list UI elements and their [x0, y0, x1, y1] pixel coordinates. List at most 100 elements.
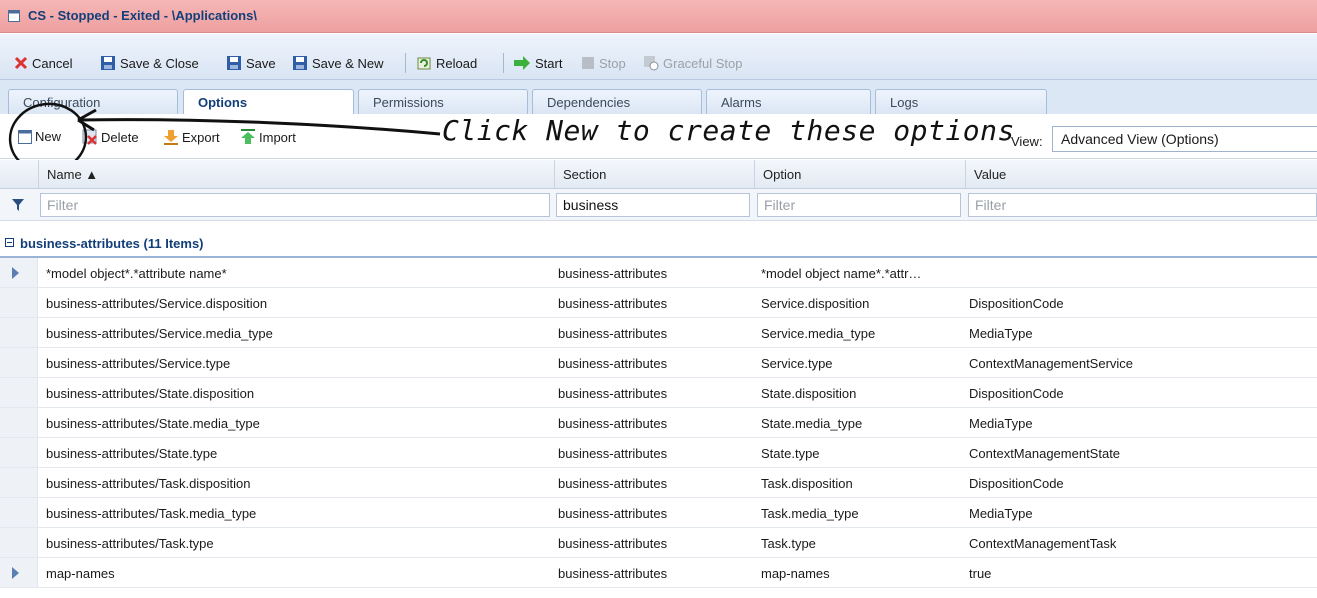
delete-label: Delete [101, 129, 139, 145]
collapse-icon[interactable] [5, 238, 14, 247]
table-row[interactable]: *model object*.*attribute name* business… [0, 258, 1317, 288]
cell-option: Task.type [761, 536, 816, 551]
table-row[interactable]: business-attributes/State.media_type bus… [0, 408, 1317, 438]
cell-section: business-attributes [558, 266, 668, 281]
cell-value: MediaType [969, 416, 1033, 431]
row-selector[interactable] [0, 348, 38, 377]
row-selector[interactable] [0, 288, 38, 317]
value-filter-input[interactable]: Filter [968, 193, 1317, 217]
cell-option: Task.disposition [761, 476, 853, 491]
row-expander[interactable] [0, 558, 38, 587]
table-row[interactable]: business-attributes/Task.media_type busi… [0, 498, 1317, 528]
cell-name: business-attributes/State.media_type [46, 416, 260, 431]
table-row[interactable]: business-attributes/Task.disposition bus… [0, 468, 1317, 498]
row-selector[interactable] [0, 528, 38, 557]
cell-value: true [969, 566, 992, 581]
tab-alarms[interactable]: Alarms [706, 89, 871, 114]
toolbar-divider [503, 53, 504, 73]
name-filter-input[interactable]: Filter [40, 193, 550, 217]
section-filter-input[interactable]: business [556, 193, 750, 217]
tab-permissions[interactable]: Permissions [358, 89, 528, 114]
delete-icon [82, 129, 97, 145]
x-icon [14, 56, 28, 70]
cell-section: business-attributes [558, 296, 668, 311]
table-row[interactable]: business-attributes/Service.type busines… [0, 348, 1317, 378]
start-label: Start [535, 55, 563, 71]
row-expander[interactable] [0, 258, 38, 287]
import-button[interactable]: Import [240, 129, 296, 145]
export-arrow-icon [164, 130, 178, 145]
column-header-name[interactable]: Name ▲ [38, 160, 554, 188]
stop-button[interactable]: Stop [581, 54, 626, 72]
floppy-icon [293, 56, 307, 70]
save-close-button[interactable]: Save & Close [100, 54, 199, 72]
option-filter-input[interactable]: Filter [757, 193, 961, 217]
cell-section: business-attributes [558, 416, 668, 431]
row-selector[interactable] [0, 468, 38, 497]
triangle-right-icon [12, 267, 19, 279]
import-arrow-icon [241, 129, 255, 144]
cell-option: State.type [761, 446, 820, 461]
save-new-label: Save & New [312, 55, 384, 71]
cell-value: DispositionCode [969, 386, 1064, 401]
cell-name: map-names [46, 566, 115, 581]
delete-button[interactable]: Delete [82, 129, 139, 145]
column-header-section[interactable]: Section [554, 160, 754, 188]
cell-section: business-attributes [558, 506, 668, 521]
column-header-value[interactable]: Value [965, 160, 1317, 188]
cell-value: ContextManagementState [969, 446, 1121, 461]
start-button[interactable]: Start [513, 54, 562, 72]
tab-logs[interactable]: Logs [875, 89, 1047, 114]
graceful-stop-button[interactable]: Graceful Stop [643, 54, 743, 72]
green-arrow-icon [514, 56, 530, 70]
group-label: business-attributes (11 Items) [20, 236, 204, 251]
graceful-stop-icon [644, 56, 659, 71]
row-selector[interactable] [0, 498, 38, 527]
table-row[interactable]: business-attributes/Service.media_type b… [0, 318, 1317, 348]
group-header[interactable]: business-attributes (11 Items) [0, 228, 1317, 258]
row-selector[interactable] [0, 378, 38, 407]
cell-name: *model object*.*attribute name* [46, 266, 227, 281]
new-window-icon [18, 129, 32, 144]
tab-options[interactable]: Options [183, 89, 354, 114]
cell-option: State.media_type [761, 416, 863, 431]
cell-name: business-attributes/Service.type [46, 356, 231, 371]
cell-value: MediaType [969, 326, 1033, 341]
cell-section: business-attributes [558, 476, 668, 491]
table-row[interactable]: business-attributes/Task.type business-a… [0, 528, 1317, 558]
cell-name: business-attributes/State.type [46, 446, 218, 461]
cell-name: business-attributes/Task.type [46, 536, 214, 551]
cell-section: business-attributes [558, 356, 668, 371]
new-button[interactable]: New [18, 129, 61, 144]
save-new-button[interactable]: Save & New [292, 54, 384, 72]
cell-option: Task.media_type [761, 506, 859, 521]
save-button[interactable]: Save [226, 54, 276, 72]
cell-name: business-attributes/Task.media_type [46, 506, 257, 521]
table-row[interactable]: business-attributes/State.type business-… [0, 438, 1317, 468]
row-selector[interactable] [0, 408, 38, 437]
tab-dependencies[interactable]: Dependencies [532, 89, 702, 114]
cell-option: *model object name*.*attr… [761, 266, 922, 281]
export-button[interactable]: Export [163, 129, 220, 145]
cancel-label: Cancel [32, 55, 73, 71]
table-row[interactable]: map-names business-attributes map-names … [0, 558, 1317, 588]
cell-value: DispositionCode [969, 476, 1064, 491]
cell-option: Service.type [761, 356, 833, 371]
reload-button[interactable]: Reload [416, 54, 477, 72]
cell-option: State.disposition [761, 386, 857, 401]
stop-label: Stop [599, 55, 626, 71]
window-icon [8, 10, 20, 22]
view-label: View: [1011, 134, 1043, 149]
row-selector[interactable] [0, 318, 38, 347]
table-row[interactable]: business-attributes/Service.disposition … [0, 288, 1317, 318]
reload-icon [417, 57, 431, 70]
cancel-button[interactable]: Cancel [14, 54, 72, 72]
table-row[interactable]: business-attributes/State.disposition bu… [0, 378, 1317, 408]
tab-configuration[interactable]: Configuration [8, 89, 178, 114]
view-select[interactable]: Advanced View (Options) [1052, 126, 1317, 152]
column-header-option[interactable]: Option [754, 160, 965, 188]
cell-option: map-names [761, 566, 830, 581]
reload-label: Reload [436, 55, 478, 71]
graceful-stop-label: Graceful Stop [663, 55, 743, 71]
row-selector[interactable] [0, 438, 38, 467]
